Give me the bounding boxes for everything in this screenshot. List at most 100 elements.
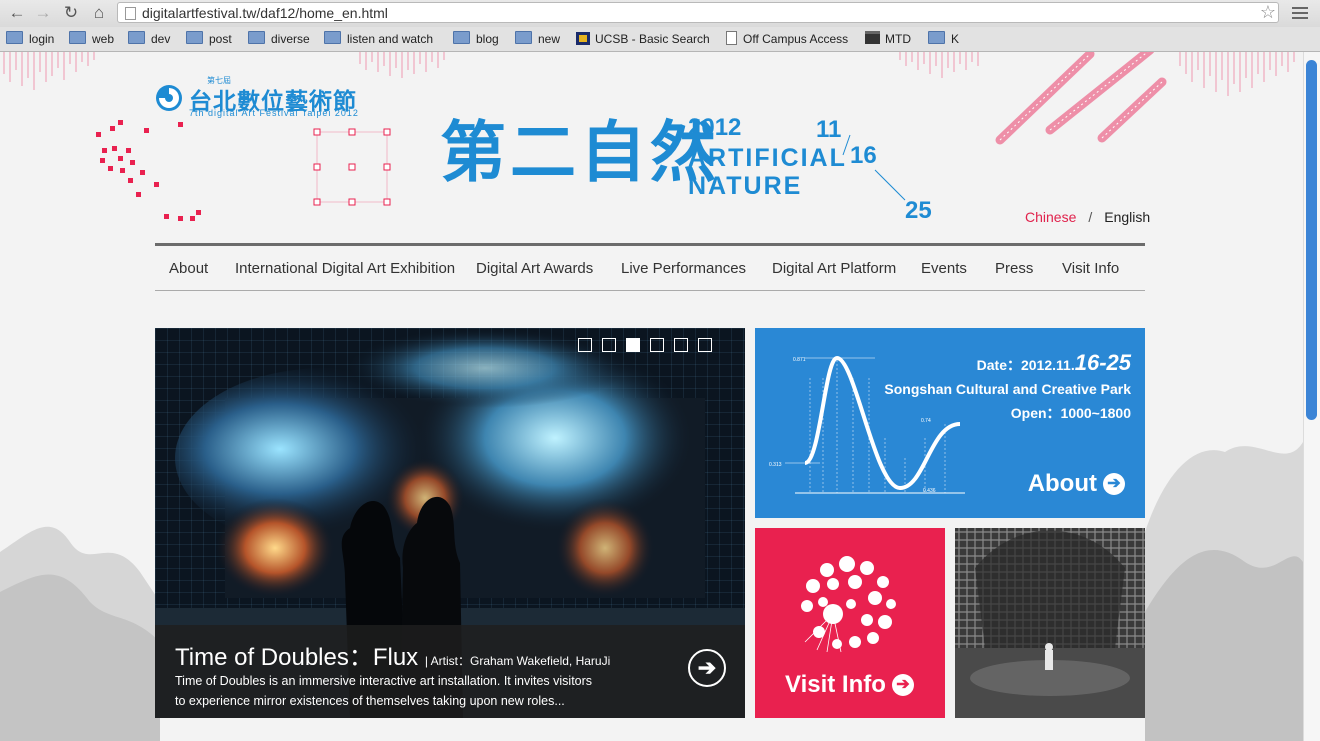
folder-icon xyxy=(324,31,341,44)
info-date-range: 16-25 xyxy=(1074,350,1131,375)
date-connector-lines xyxy=(842,134,906,201)
globe-icon xyxy=(801,556,896,653)
performance-stage-image xyxy=(955,528,1145,718)
chart-label-1: 0.313 xyxy=(769,462,782,468)
slide-description: Time of Doubles is an immersive interact… xyxy=(175,671,635,711)
slide-dot[interactable] xyxy=(602,338,616,352)
about-button[interactable]: About ➔ xyxy=(1028,470,1125,498)
language-switch: Chinese / English xyxy=(1025,209,1150,225)
slide-caption: Time of Doubles：Flux | Artist：Graham Wak… xyxy=(155,625,745,718)
slide-dot[interactable] xyxy=(578,338,592,352)
info-opening-hours: Open：1000~1800 xyxy=(1010,405,1131,421)
bookmark-ucsb[interactable]: UCSB - Basic Search xyxy=(576,31,710,47)
slide-dot[interactable] xyxy=(650,338,664,352)
mountain-right-decoration xyxy=(1145,442,1303,741)
web-page: 台北數位藝術節 第七屆 7th digital Art Festival Tai… xyxy=(0,52,1303,741)
grid-square-decoration xyxy=(313,128,391,206)
festival-info-box: 0.871 0.313 0.74 0.436 Date：2012.11.16-2… xyxy=(755,328,1145,518)
nav-platform[interactable]: Digital Art Platform xyxy=(772,260,896,277)
info-venue: Songshan Cultural and Creative Park xyxy=(884,381,1131,397)
browser-toolbar: ← → ↻ ⌂ digitalartfestival.tw/daf12/home… xyxy=(0,0,1320,27)
bookmark-listen-and-watch[interactable]: listen and watch xyxy=(324,31,433,47)
folder-icon xyxy=(248,31,265,44)
chart-label-2: 0.74 xyxy=(921,418,931,424)
bookmark-dev[interactable]: dev xyxy=(128,31,170,47)
slide-desc-line2: to experience mirror existences of thems… xyxy=(175,694,565,708)
arrow-circle-icon: ➔ xyxy=(891,674,914,696)
visit-info-label: Visit Info xyxy=(785,671,886,698)
pixel-scatter-decoration xyxy=(96,120,201,221)
logo-mark-icon xyxy=(156,85,182,111)
folder-icon xyxy=(515,31,532,44)
curve-chart-decoration: 0.871 0.313 0.74 0.436 xyxy=(769,355,965,494)
chart-label-3: 0.436 xyxy=(923,488,936,494)
scrollbar-thumb[interactable] xyxy=(1306,60,1317,420)
bookmark-web[interactable]: web xyxy=(69,31,114,47)
reload-icon[interactable]: ↻ xyxy=(60,3,82,23)
slide-next-arrow-icon[interactable]: ➔ xyxy=(688,649,726,687)
lang-english-link[interactable]: English xyxy=(1104,209,1150,225)
hero-slider[interactable]: Time of Doubles：Flux | Artist：Graham Wak… xyxy=(155,328,745,718)
bookmark-login[interactable]: login xyxy=(6,31,54,47)
slide-title: Time of Doubles：Flux | Artist：Graham Wak… xyxy=(175,637,610,672)
pink-tubes-decoration xyxy=(995,52,1167,145)
folder-icon xyxy=(928,31,945,44)
festival-title-chinese: 第二自然 xyxy=(440,115,720,189)
nav-events[interactable]: Events xyxy=(921,260,967,277)
logo-english-text: 7th digital Art Festival Taipei 2012 xyxy=(189,108,359,118)
visit-info-button[interactable]: Visit Info ➔ xyxy=(785,671,914,699)
folder-icon xyxy=(186,31,203,44)
performance-photo[interactable] xyxy=(955,528,1145,718)
bookmark-mtd[interactable]: MTD xyxy=(865,31,911,47)
home-icon[interactable]: ⌂ xyxy=(88,3,110,23)
bus-icon xyxy=(865,31,880,44)
folder-icon xyxy=(6,31,23,44)
slide-dot[interactable] xyxy=(674,338,688,352)
info-date: Date：2012.11.16-25 xyxy=(977,350,1131,376)
visit-info-box[interactable]: Visit Info ➔ xyxy=(755,528,945,718)
festival-title-nature: NATURE xyxy=(688,172,803,200)
slide-dot-active[interactable] xyxy=(626,338,640,352)
url-text[interactable]: digitalartfestival.tw/daf12/home_en.html xyxy=(142,5,388,21)
slide-desc-line1: Time of Doubles is an immersive interact… xyxy=(175,674,593,688)
nav-press[interactable]: Press xyxy=(995,260,1033,277)
nav-awards[interactable]: Digital Art Awards xyxy=(476,260,593,277)
main-nav: About International Digital Art Exhibiti… xyxy=(155,243,1145,291)
lang-chinese-link[interactable]: Chinese xyxy=(1025,209,1076,225)
forward-icon[interactable]: → xyxy=(32,3,54,23)
folder-icon xyxy=(69,31,86,44)
bookmark-new[interactable]: new xyxy=(515,31,560,47)
bookmark-blog[interactable]: blog xyxy=(453,31,499,47)
folder-icon xyxy=(453,31,470,44)
nav-about[interactable]: About xyxy=(169,260,208,277)
nav-performances[interactable]: Live Performances xyxy=(621,260,746,277)
chart-label-0: 0.871 xyxy=(793,357,806,363)
ucsb-icon xyxy=(576,32,590,45)
back-icon[interactable]: ← xyxy=(6,3,28,23)
page-icon xyxy=(726,31,737,45)
slide-dot[interactable] xyxy=(698,338,712,352)
bookmark-k[interactable]: K xyxy=(928,31,959,47)
arrow-circle-icon: ➔ xyxy=(1103,473,1125,495)
page-icon xyxy=(125,7,136,20)
bookmark-post[interactable]: post xyxy=(186,31,232,47)
bookmark-star-icon[interactable]: ☆ xyxy=(1260,2,1276,23)
page-scrollbar[interactable] xyxy=(1303,52,1320,741)
about-label: About xyxy=(1027,470,1097,497)
folder-icon xyxy=(128,31,145,44)
nav-visit-info[interactable]: Visit Info xyxy=(1062,260,1119,277)
address-bar[interactable]: digitalartfestival.tw/daf12/home_en.html… xyxy=(117,2,1279,23)
slide-title-text: Time of Doubles：Flux xyxy=(175,644,419,671)
bookmarks-bar: login web dev post diverse listen and wa… xyxy=(0,27,1320,52)
mountain-left-decoration xyxy=(0,526,160,741)
nav-exhibition[interactable]: International Digital Art Exhibition xyxy=(235,260,455,277)
bookmark-diverse[interactable]: diverse xyxy=(248,31,310,47)
slider-dots xyxy=(578,338,722,357)
logo-small-text: 第七屆 xyxy=(207,76,231,85)
bookmark-off-campus[interactable]: Off Campus Access xyxy=(726,31,848,47)
info-date-prefix: Date：2012.11. xyxy=(976,357,1075,373)
festival-logo[interactable]: 台北數位藝術節 第七屆 7th digital Art Festival Tai… xyxy=(155,76,365,118)
slide-artist: | Artist：Graham Wakefield, HaruJi xyxy=(424,654,611,668)
festival-year: 2012 xyxy=(688,114,742,141)
menu-icon[interactable] xyxy=(1292,4,1308,22)
